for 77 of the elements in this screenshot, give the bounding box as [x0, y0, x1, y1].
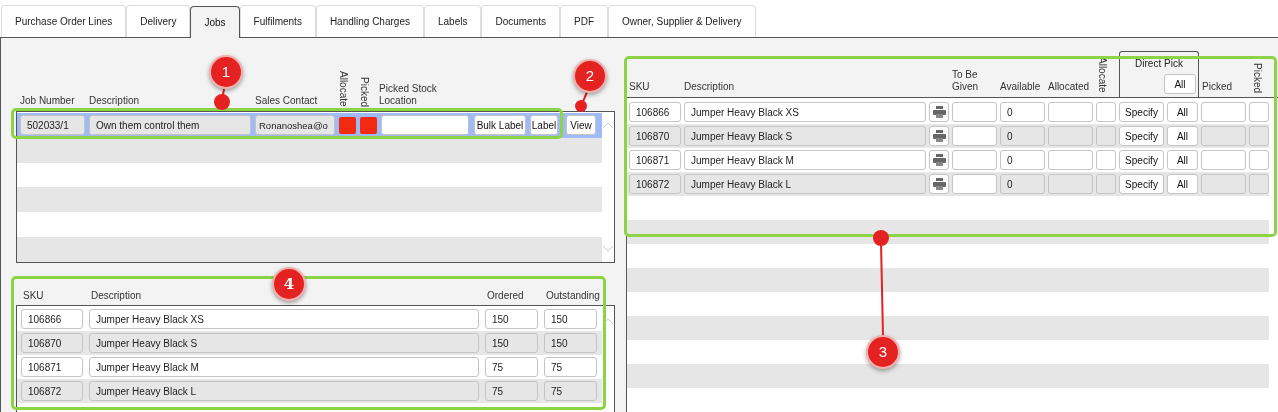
column-header: Outstanding	[546, 290, 600, 302]
column-header: Allocate	[337, 71, 349, 107]
printer-icon	[932, 130, 946, 142]
all-button[interactable]: All	[1164, 74, 1196, 94]
available-field[interactable]: 0	[1000, 102, 1045, 122]
tab[interactable]: Documents	[481, 5, 560, 37]
group-label: Direct Pick	[1135, 57, 1183, 71]
sku-field[interactable]: 106866	[629, 102, 681, 122]
column-header: Job Number	[20, 95, 75, 107]
column-header: Ordered	[487, 290, 524, 302]
tab[interactable]: PDF	[560, 5, 608, 37]
tab[interactable]: Jobs	[190, 6, 240, 38]
scroll-down-icon[interactable]	[602, 245, 614, 252]
picked-checkbox[interactable]	[1249, 102, 1269, 122]
specify-button[interactable]: Specify	[1119, 150, 1164, 170]
sku-field[interactable]: 106866	[21, 309, 83, 329]
column-header: Picked	[1251, 63, 1263, 93]
job-number-field[interactable]: 502033/1	[20, 115, 85, 136]
outstanding-field[interactable]: 75	[544, 357, 597, 377]
bulk-label-button[interactable]: Bulk Label	[474, 115, 526, 136]
sku-field[interactable]: 106871	[629, 150, 681, 170]
column-header: Allocated	[1048, 81, 1090, 93]
description-field[interactable]: Own them control them	[89, 115, 251, 136]
description-field[interactable]: Jumper Heavy Black XS	[89, 309, 479, 329]
column-header: Picked	[1202, 81, 1232, 93]
print-button[interactable]	[929, 150, 949, 170]
column-header: Allocate	[1096, 57, 1108, 93]
picked-field[interactable]	[1201, 150, 1246, 170]
ordered-field[interactable]: 150	[485, 309, 538, 329]
allocate-checkbox[interactable]	[339, 116, 356, 134]
column-header: Description	[91, 290, 142, 302]
column-header: Description	[89, 95, 140, 107]
view-button[interactable]: View	[566, 115, 596, 136]
description-field[interactable]: Jumper Heavy Black XS	[684, 102, 926, 122]
outstanding-field[interactable]: 150	[544, 309, 597, 329]
picked-checkbox[interactable]	[1249, 150, 1269, 170]
to-be-given-field[interactable]	[952, 150, 997, 170]
column-header: Picked Stock Location	[379, 83, 438, 107]
all-button[interactable]: All	[1167, 150, 1198, 170]
tab[interactable]: Delivery	[126, 5, 191, 37]
column-header: Sales Contact	[255, 95, 318, 107]
tab[interactable]: Fulfilments	[239, 5, 316, 37]
tab[interactable]: Purchase Order Lines	[1, 5, 127, 37]
description-field[interactable]: Jumper Heavy Black M	[89, 357, 479, 377]
allocate-checkbox[interactable]	[1096, 102, 1116, 122]
picked-checkbox[interactable]	[360, 116, 377, 134]
ordered-field[interactable]: 75	[485, 357, 538, 377]
label-button[interactable]: Label	[530, 115, 558, 136]
sales-contact-field[interactable]: Ronanoshea@o	[255, 115, 335, 136]
column-header: Available	[1000, 81, 1041, 93]
tab[interactable]: Labels	[423, 5, 482, 37]
job-row[interactable]: 502033/1 Own them control them Ronanoshea@o Bulk Label Label View	[17, 113, 602, 138]
print-button[interactable]	[929, 102, 949, 122]
allocated-field[interactable]	[1048, 150, 1093, 170]
to-be-given-field[interactable]	[952, 102, 997, 122]
specify-button[interactable]: Specify	[1119, 102, 1164, 122]
picked-field[interactable]	[1201, 102, 1246, 122]
column-header: SKU	[23, 290, 44, 302]
printer-icon	[932, 106, 946, 118]
tab[interactable]: Handling Charges	[315, 5, 424, 37]
all-button[interactable]: All	[1167, 102, 1198, 122]
scroll-up-icon[interactable]	[602, 122, 614, 129]
stock-location-field[interactable]	[381, 115, 469, 136]
printer-icon	[932, 178, 946, 190]
column-header: Description	[684, 81, 735, 93]
allocated-field[interactable]	[1048, 102, 1093, 122]
leader-line	[214, 88, 230, 110]
column-header: Picked	[358, 77, 370, 107]
column-header: To Be Given	[952, 69, 980, 93]
description-field[interactable]: Jumper Heavy Black M	[684, 150, 926, 170]
column-header: SKU	[629, 81, 650, 93]
sku-field[interactable]: 106871	[21, 357, 83, 377]
allocate-checkbox[interactable]	[1096, 150, 1116, 170]
available-field[interactable]: 0	[1000, 150, 1045, 170]
leader-line	[575, 91, 588, 112]
tab[interactable]: Owner, Supplier & Delivery	[608, 5, 756, 37]
printer-icon	[932, 154, 946, 166]
